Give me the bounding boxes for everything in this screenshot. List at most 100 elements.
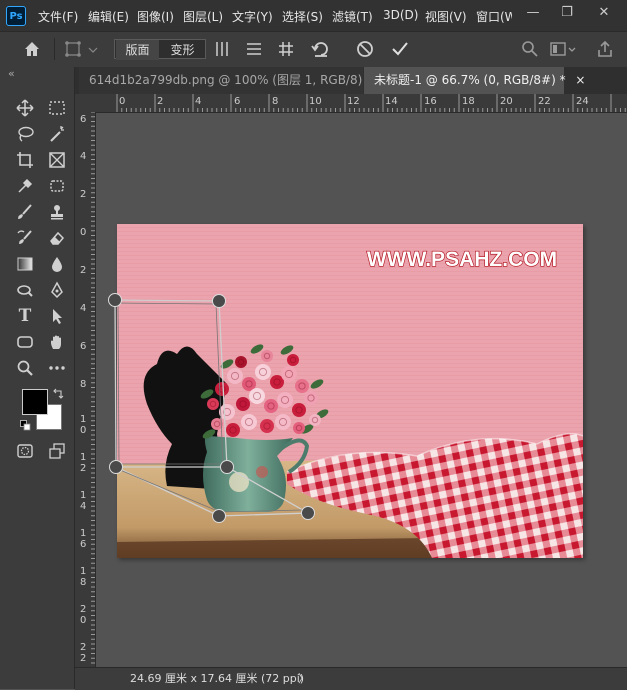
menu-edit[interactable]: 编辑(E) [88, 8, 129, 25]
warp-handle-base-left[interactable] [212, 509, 226, 523]
ruler-label: 2 2 [80, 642, 87, 664]
default-colors-icon[interactable] [20, 420, 31, 431]
ruler-origin[interactable] [75, 94, 95, 112]
ruler-label: 4 [80, 303, 87, 314]
tab-document-1[interactable]: 614d1b2a799db.png @ 100% (图层 1, RGB/8) *… [79, 67, 392, 94]
gradient-tool-icon[interactable] [12, 253, 38, 275]
rectangle-tool-icon[interactable] [12, 331, 38, 353]
workspace-icon[interactable] [548, 39, 578, 59]
warp-handle-base-right[interactable] [301, 506, 315, 520]
ruler-label: 4 [80, 151, 87, 162]
marquee-tool-icon[interactable] [44, 97, 70, 119]
ruler-label: 18 [462, 96, 475, 107]
dodge-tool-icon[interactable] [12, 279, 38, 301]
ruler-label: 8 [80, 379, 87, 390]
blur-tool-icon[interactable] [44, 253, 70, 275]
horizontal-split-icon[interactable] [245, 40, 263, 58]
ruler-label: 6 [80, 341, 87, 352]
close-window-button[interactable]: ✕ [589, 2, 619, 24]
ruler-label: 20 [500, 96, 513, 107]
foreground-color-swatch[interactable] [22, 389, 48, 415]
menu-image[interactable]: 图像(I) [137, 8, 174, 25]
path-selection-tool-icon[interactable] [44, 305, 70, 327]
menu-type[interactable]: 文字(Y) [232, 8, 273, 25]
ruler-label: 8 [272, 96, 279, 107]
more-tools-icon[interactable] [44, 357, 70, 379]
quick-mask-icon[interactable] [12, 440, 38, 462]
tab-label: 614d1b2a799db.png @ 100% (图层 1, RGB/8) * [89, 73, 373, 87]
menu-file[interactable]: 文件(F) [38, 8, 78, 25]
ruler-label: 6 [234, 96, 241, 107]
hand-tool-icon[interactable] [44, 331, 70, 353]
move-tool-icon[interactable] [12, 97, 38, 119]
ruler-label: 1 2 [80, 452, 87, 474]
menu-select[interactable]: 选择(S) [282, 8, 323, 25]
warp-handle-top-left[interactable] [108, 293, 122, 307]
ruler-label: 6 [80, 114, 87, 125]
layout-button[interactable]: 版面 [116, 40, 159, 60]
commit-checkmark-icon[interactable] [390, 39, 410, 59]
reset-warp-icon[interactable] [311, 39, 331, 59]
tab-label: 未标题-1 @ 66.7% (0, RGB/8#) * [374, 73, 566, 87]
warp-handle-bottom-left[interactable] [109, 460, 123, 474]
document-canvas[interactable]: WWW.PSAHZ.COM [117, 224, 583, 558]
ruler-label: 12 [347, 96, 360, 107]
menu-layer[interactable]: 图层(L) [183, 8, 223, 25]
search-icon[interactable] [520, 39, 540, 59]
ruler-label: 24 [576, 96, 589, 107]
ruler-label: 16 [424, 96, 437, 107]
menu-3d[interactable]: 3D(D) [383, 8, 418, 22]
ruler-label: 0 [119, 96, 126, 107]
warp-tool-icon[interactable] [64, 39, 100, 59]
status-menu-arrow[interactable]: 〉 [298, 670, 309, 686]
frame-tool-icon[interactable] [44, 149, 70, 171]
eraser-tool-icon[interactable] [44, 227, 70, 249]
ruler-label: 2 [157, 96, 164, 107]
pen-tool-icon[interactable] [44, 279, 70, 301]
crop-tool-icon[interactable] [12, 149, 38, 171]
photoshop-logo-icon: Ps [6, 6, 26, 26]
swap-colors-icon[interactable] [52, 388, 64, 400]
transform-button[interactable]: 变形 [161, 40, 204, 60]
restore-button[interactable]: ❐ [552, 2, 582, 24]
tab-document-2[interactable]: 未标题-1 @ 66.7% (0, RGB/8#) * × [364, 67, 585, 94]
ruler-label: 2 [80, 265, 87, 276]
magic-wand-tool-icon[interactable] [44, 123, 70, 145]
document-image: WWW.PSAHZ.COM [117, 224, 583, 558]
divider [54, 38, 55, 60]
ruler-label: 4 [195, 96, 202, 107]
ruler-label: 2 [80, 189, 87, 200]
cancel-icon[interactable] [355, 39, 375, 59]
brush-tool-icon[interactable] [12, 201, 38, 223]
menu-filter[interactable]: 滤镜(T) [332, 8, 373, 25]
ruler-label: 14 [385, 96, 398, 107]
lasso-tool-icon[interactable] [12, 123, 38, 145]
clone-stamp-tool-icon[interactable] [44, 201, 70, 223]
type-tool-icon[interactable]: T [12, 305, 38, 327]
minimize-button[interactable]: — [518, 2, 548, 24]
horizontal-ruler[interactable]: 0 2 4 6 8 10 12 14 16 18 20 22 24 [95, 94, 627, 113]
collapse-panel-button[interactable]: « [8, 67, 15, 80]
ruler-label: 0 [80, 227, 87, 238]
tab-close-icon[interactable]: × [575, 73, 585, 87]
spot-healing-tool-icon[interactable] [44, 175, 70, 197]
watermark-text: WWW.PSAHZ.COM [367, 248, 557, 271]
vertical-ruler[interactable]: 6 4 2 0 2 4 6 8 1 0 1 2 1 4 1 6 1 8 2 0 … [75, 112, 96, 667]
vertical-split-icon[interactable] [213, 40, 231, 58]
home-icon[interactable] [22, 39, 42, 59]
warp-handle-top-right[interactable] [212, 294, 226, 308]
menu-view[interactable]: 视图(V) [425, 8, 467, 25]
ruler-label: 1 4 [80, 490, 87, 512]
ruler-label: 2 0 [80, 604, 87, 626]
eyedropper-tool-icon[interactable] [12, 175, 38, 197]
screen-mode-icon[interactable] [44, 440, 70, 462]
menu-window[interactable]: 窗口(W [476, 8, 512, 25]
history-brush-tool-icon[interactable] [12, 227, 38, 249]
ruler-label: 1 6 [80, 528, 87, 550]
warp-handle-bottom-right[interactable] [220, 460, 234, 474]
cross-split-icon[interactable] [277, 40, 295, 58]
share-icon[interactable] [595, 39, 615, 59]
document-size-readout: 24.69 厘米 x 17.64 厘米 (72 ppi) [130, 672, 305, 685]
ruler-label: 10 [309, 96, 322, 107]
zoom-tool-icon[interactable] [12, 357, 38, 379]
